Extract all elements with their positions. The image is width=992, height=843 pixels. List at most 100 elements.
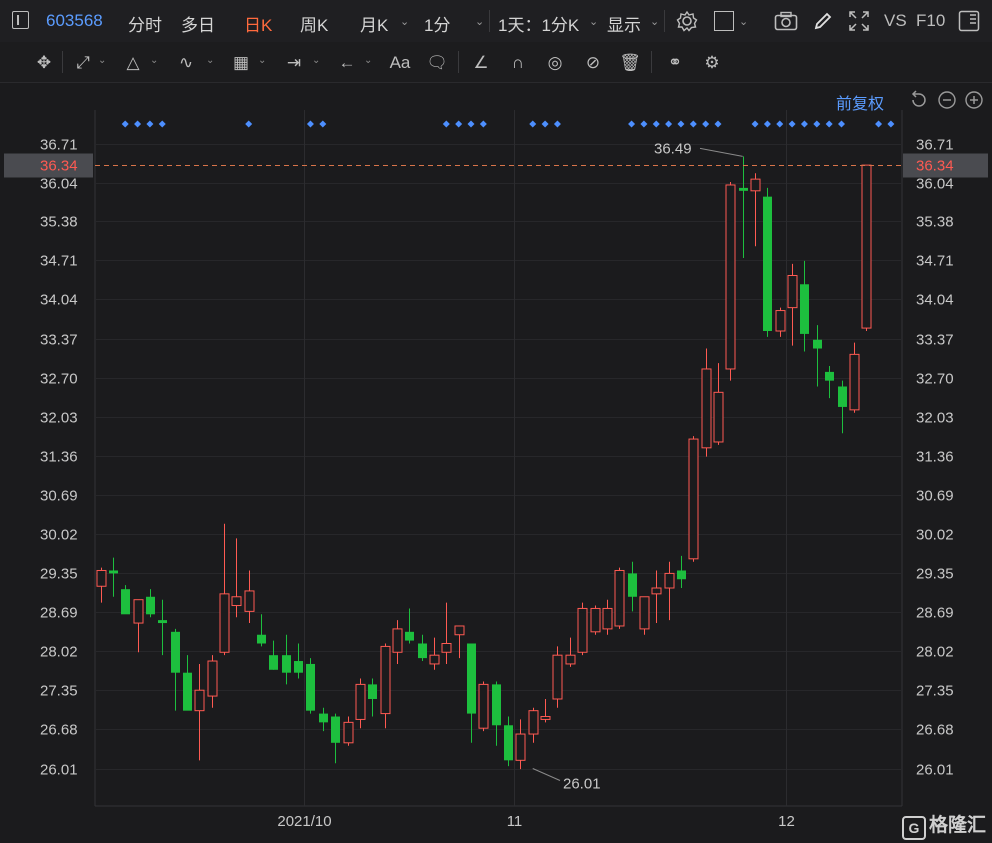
comment-icon[interactable]: 🗨 — [424, 52, 450, 74]
text-icon[interactable]: Aa — [385, 52, 415, 74]
candle-body-down — [405, 631, 414, 641]
side-panel-icon[interactable] — [958, 10, 980, 32]
line-icon[interactable]: ⤢ — [70, 52, 96, 74]
divider — [651, 51, 652, 73]
candle-body-up — [861, 164, 872, 329]
pencil-icon[interactable] — [812, 10, 834, 32]
camera-icon[interactable] — [774, 11, 798, 31]
fullscreen-icon[interactable] — [848, 10, 870, 32]
chevron-down-icon[interactable]: ⌄ — [589, 15, 598, 28]
candle-body-up — [478, 683, 489, 729]
signal-marker — [776, 120, 784, 128]
ruler-icon[interactable]: ∠ — [468, 52, 494, 74]
signal-marker — [479, 120, 487, 128]
layout-icon[interactable] — [714, 11, 734, 31]
y-tick-label-left: 30.69 — [40, 488, 78, 505]
display-menu[interactable]: 显示 — [607, 11, 641, 36]
y-tick-label-left: 33.37 — [40, 332, 78, 349]
signal-marker — [529, 120, 537, 128]
divider — [458, 51, 459, 73]
divider — [489, 10, 490, 32]
max-label-leader — [699, 147, 743, 157]
divider — [664, 10, 665, 32]
candle-body-down — [739, 187, 748, 191]
fib-icon[interactable]: ▦ — [228, 52, 254, 74]
logo-icon: G — [902, 816, 926, 840]
move-icon[interactable]: ✥ — [31, 52, 57, 74]
candle-body-up — [515, 733, 526, 761]
f10-button[interactable]: F10 — [916, 11, 945, 31]
signal-marker — [813, 120, 821, 128]
x-tick-label: 12 — [778, 813, 795, 830]
y-tick-label-right: 34.71 — [916, 253, 954, 270]
y-tick-label-right: 28.02 — [916, 644, 954, 661]
signal-marker — [146, 120, 154, 128]
eye-icon[interactable]: ◎ — [542, 52, 568, 74]
candle-body-up — [133, 599, 144, 624]
y-tick-label-right: 33.37 — [916, 332, 954, 349]
y-tick-label-left: 36.04 — [40, 176, 78, 193]
chevron-down-icon[interactable]: ⌄ — [206, 55, 214, 66]
candle-body-up — [639, 596, 650, 630]
tab-1min[interactable]: 1分 — [424, 11, 450, 36]
trash-icon[interactable]: 🗑 — [617, 52, 643, 74]
signal-marker — [800, 120, 808, 128]
signal-markers — [121, 120, 895, 128]
channel-icon[interactable]: △ — [120, 52, 146, 74]
wave-icon[interactable]: ∿ — [173, 52, 199, 74]
chevron-down-icon[interactable]: ⌄ — [312, 55, 320, 66]
candle-body-down — [269, 655, 278, 670]
divider — [62, 51, 63, 73]
candle-body-up — [207, 660, 218, 697]
hide-icon[interactable]: ⊘ — [580, 52, 606, 74]
candle-body-up — [552, 654, 563, 700]
signal-marker — [442, 120, 450, 128]
candle-body-up — [787, 275, 798, 309]
arrow-icon[interactable]: ← — [334, 52, 360, 74]
signal-marker — [763, 120, 771, 128]
candle-body-down — [306, 663, 315, 711]
signal-marker — [838, 120, 845, 128]
magnet-icon[interactable]: ∩ — [505, 52, 531, 74]
overlap-icon[interactable]: ⚭ — [662, 52, 688, 74]
tab-intraday[interactable]: 分时 — [128, 11, 162, 36]
chevron-down-icon[interactable]: ⌄ — [98, 55, 106, 66]
tab-weekly-k[interactable]: 周K — [300, 11, 328, 36]
settings-icon[interactable]: ⚙ — [699, 52, 725, 74]
y-tick-label-left: 26.68 — [40, 722, 78, 739]
y-tick-label-left: 27.35 — [40, 683, 78, 700]
signal-marker — [751, 120, 759, 128]
signal-marker — [541, 120, 549, 128]
chevron-down-icon[interactable]: ⌄ — [650, 15, 659, 28]
period-selector[interactable]: 1天：1分K — [498, 11, 579, 36]
chevron-down-icon[interactable]: ⌄ — [475, 15, 484, 28]
signal-marker — [467, 120, 475, 128]
candle-body-up — [688, 438, 699, 560]
top-bar: 603568 分时 多日 日K 周K 月K ⌄ 1分 ⌄ 1天：1分K ⌄ 显示… — [0, 0, 992, 43]
range-icon[interactable]: ⇥ — [281, 52, 307, 74]
candle-body-down — [763, 196, 772, 331]
tab-monthly-k[interactable]: 月K — [360, 11, 388, 36]
candle-body-up — [441, 643, 452, 653]
chevron-down-icon[interactable]: ⌄ — [150, 55, 158, 66]
stock-code[interactable]: 603568 — [46, 11, 103, 31]
candle-body-down — [504, 725, 513, 761]
chevron-down-icon[interactable]: ⌄ — [400, 15, 409, 28]
chevron-down-icon[interactable]: ⌄ — [739, 15, 748, 28]
chevron-down-icon[interactable]: ⌄ — [258, 55, 266, 66]
y-tick-label-right: 30.69 — [916, 488, 954, 505]
y-tick-label-right: 32.70 — [916, 371, 954, 388]
candlestick-chart[interactable]: 36.34 36.34 36.49 26.01 36.71 36.71 36.04 36.0… — [0, 82, 992, 843]
signal-marker — [158, 120, 166, 128]
max-price-label: 36.49 — [654, 140, 692, 157]
gear-icon[interactable] — [676, 10, 698, 32]
sidebar-toggle-icon[interactable] — [12, 11, 29, 29]
tab-daily-k[interactable]: 日K — [244, 11, 272, 36]
candle-body-up — [231, 596, 242, 607]
signal-marker — [677, 120, 685, 128]
chevron-down-icon[interactable]: ⌄ — [364, 55, 372, 66]
tab-multi-day[interactable]: 多日 — [181, 11, 215, 36]
vs-button[interactable]: VS — [884, 11, 907, 31]
y-tick-label-right: 26.01 — [916, 762, 954, 779]
candle-body-down — [282, 655, 291, 673]
